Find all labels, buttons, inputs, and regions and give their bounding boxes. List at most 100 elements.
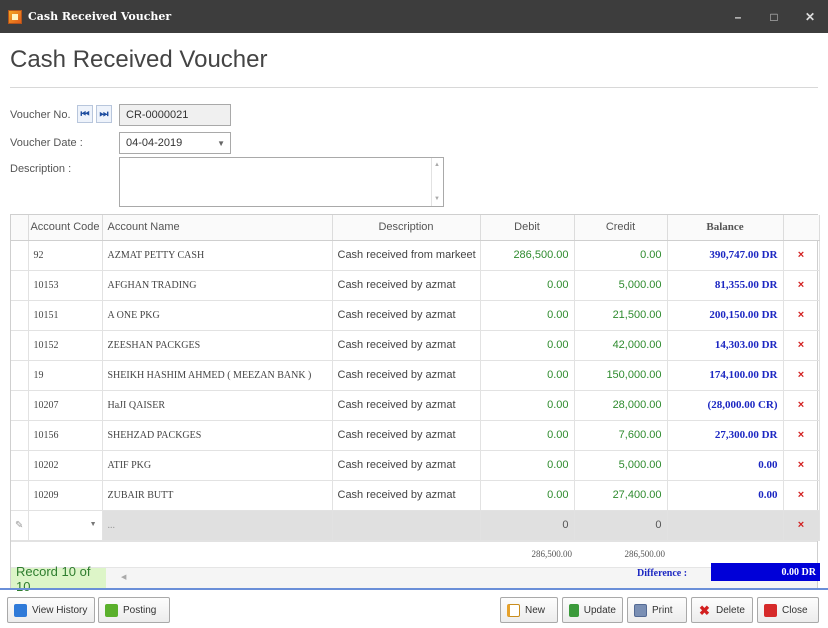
- window-controls: – □ ✕: [720, 0, 828, 33]
- balance-cell: 200,150.00 DR: [667, 300, 784, 331]
- close-window-button[interactable]: ✕: [792, 0, 828, 33]
- voucher-date-picker[interactable]: 04-04-2019 ▼: [119, 132, 231, 154]
- account-code-cell[interactable]: 10156: [28, 420, 103, 451]
- delete-row-icon[interactable]: ×: [783, 390, 820, 421]
- account-name-cell[interactable]: AFGHAN TRADING: [102, 270, 333, 301]
- new-button[interactable]: New: [500, 597, 558, 623]
- debit-cell[interactable]: 0.00: [480, 360, 575, 391]
- description-field[interactable]: ▲ ▼: [119, 157, 444, 207]
- table-row[interactable]: 10207 HaJI QAISER Cash received by azmat…: [11, 390, 820, 421]
- close-button[interactable]: Close: [757, 597, 819, 623]
- table-row[interactable]: 10152 ZEESHAN PACKGES Cash received by a…: [11, 330, 820, 361]
- debit-cell[interactable]: 0.00: [480, 390, 575, 421]
- debit-cell[interactable]: 0.00: [480, 480, 575, 511]
- debit-cell[interactable]: 0.00: [480, 300, 575, 331]
- credit-cell[interactable]: 27,400.00: [574, 480, 668, 511]
- credit-cell[interactable]: 28,000.00: [574, 390, 668, 421]
- account-name-cell[interactable]: ...: [102, 510, 333, 541]
- col-debit[interactable]: Debit: [480, 215, 575, 241]
- delete-row-icon[interactable]: ×: [783, 330, 820, 361]
- table-row[interactable]: 10153 AFGHAN TRADING Cash received by az…: [11, 270, 820, 301]
- debit-cell[interactable]: 0.00: [480, 420, 575, 451]
- delete-row-icon[interactable]: ×: [783, 510, 820, 541]
- account-name-cell[interactable]: ZEESHAN PACKGES: [102, 330, 333, 361]
- account-code-cell[interactable]: 10152: [28, 330, 103, 361]
- account-code-combo[interactable]: ▼: [28, 510, 103, 541]
- voucher-no-field[interactable]: CR-0000021: [119, 104, 231, 126]
- print-icon: [634, 603, 647, 617]
- col-balance[interactable]: Balance: [667, 215, 784, 241]
- credit-cell[interactable]: 0.00: [574, 240, 668, 271]
- view-history-button[interactable]: View History: [7, 597, 95, 623]
- description-cell[interactable]: Cash received by azmat: [332, 270, 481, 301]
- description-cell[interactable]: Cash received by azmat: [332, 420, 481, 451]
- description-cell[interactable]: Cash received from markeet: [332, 240, 481, 271]
- credit-cell[interactable]: 7,600.00: [574, 420, 668, 451]
- debit-cell[interactable]: 0.00: [480, 450, 575, 481]
- delete-row-icon[interactable]: ×: [783, 480, 820, 511]
- delete-button[interactable]: ✖ Delete: [691, 597, 753, 623]
- minimize-button[interactable]: –: [720, 0, 756, 33]
- col-credit[interactable]: Credit: [574, 215, 668, 241]
- account-code-cell[interactable]: 10209: [28, 480, 103, 511]
- account-name-cell[interactable]: A ONE PKG: [102, 300, 333, 331]
- posting-button[interactable]: Posting: [98, 597, 170, 623]
- account-name-cell[interactable]: SHEIKH HASHIM AHMED ( MEEZAN BANK ): [102, 360, 333, 391]
- table-row[interactable]: 10202 ATIF PKG Cash received by azmat 0.…: [11, 450, 820, 481]
- description-cell[interactable]: Cash received by azmat: [332, 300, 481, 331]
- debit-cell[interactable]: 0: [480, 510, 575, 541]
- table-row[interactable]: 10151 A ONE PKG Cash received by azmat 0…: [11, 300, 820, 331]
- debit-cell[interactable]: 286,500.00: [480, 240, 575, 271]
- table-row[interactable]: 10209 ZUBAIR BUTT Cash received by azmat…: [11, 480, 820, 511]
- credit-cell[interactable]: 0: [574, 510, 668, 541]
- table-row[interactable]: 19 SHEIKH HASHIM AHMED ( MEEZAN BANK ) C…: [11, 360, 820, 391]
- account-code-cell[interactable]: 10151: [28, 300, 103, 331]
- update-button[interactable]: Update: [562, 597, 623, 623]
- delete-row-icon[interactable]: ×: [783, 360, 820, 391]
- scroll-up-icon[interactable]: ▲: [434, 162, 440, 168]
- col-account-name[interactable]: Account Name: [102, 215, 333, 241]
- description-cell[interactable]: Cash received by azmat: [332, 480, 481, 511]
- account-name-cell[interactable]: HaJI QAISER: [102, 390, 333, 421]
- description-cell[interactable]: Cash received by azmat: [332, 450, 481, 481]
- chevron-down-icon[interactable]: ▼: [90, 521, 97, 528]
- account-code-cell[interactable]: 92: [28, 240, 103, 271]
- first-voucher-button[interactable]: ⏮: [77, 105, 93, 123]
- debit-cell[interactable]: 0.00: [480, 270, 575, 301]
- account-name-cell[interactable]: SHEHZAD PACKGES: [102, 420, 333, 451]
- account-name-cell[interactable]: ZUBAIR BUTT: [102, 480, 333, 511]
- credit-cell[interactable]: 42,000.00: [574, 330, 668, 361]
- table-row[interactable]: 10156 SHEHZAD PACKGES Cash received by a…: [11, 420, 820, 451]
- account-name-cell[interactable]: ATIF PKG: [102, 450, 333, 481]
- description-scrollbar[interactable]: ▲ ▼: [431, 158, 443, 206]
- account-code-cell[interactable]: 19: [28, 360, 103, 391]
- print-button[interactable]: Print: [627, 597, 687, 623]
- account-code-cell[interactable]: 10153: [28, 270, 103, 301]
- delete-row-icon[interactable]: ×: [783, 300, 820, 331]
- delete-row-icon[interactable]: ×: [783, 270, 820, 301]
- delete-row-icon[interactable]: ×: [783, 240, 820, 271]
- credit-cell[interactable]: 150,000.00: [574, 360, 668, 391]
- credit-cell[interactable]: 5,000.00: [574, 450, 668, 481]
- new-entry-row[interactable]: ✎ ▼ ... 0 0 ×: [11, 510, 820, 541]
- credit-cell[interactable]: 5,000.00: [574, 270, 668, 301]
- col-description[interactable]: Description: [332, 215, 481, 241]
- description-cell[interactable]: Cash received by azmat: [332, 360, 481, 391]
- chevron-down-icon[interactable]: ▼: [217, 139, 225, 148]
- account-name-cell[interactable]: AZMAT PETTY CASH: [102, 240, 333, 271]
- debit-cell[interactable]: 0.00: [480, 330, 575, 361]
- delete-row-icon[interactable]: ×: [783, 420, 820, 451]
- description-cell[interactable]: [332, 510, 481, 541]
- scroll-left-icon[interactable]: ◀: [121, 573, 126, 581]
- account-code-cell[interactable]: 10207: [28, 390, 103, 421]
- table-row[interactable]: 92 AZMAT PETTY CASH Cash received from m…: [11, 240, 820, 271]
- credit-cell[interactable]: 21,500.00: [574, 300, 668, 331]
- delete-row-icon[interactable]: ×: [783, 450, 820, 481]
- scroll-down-icon[interactable]: ▼: [434, 196, 440, 202]
- last-voucher-button[interactable]: ⏭: [96, 105, 112, 123]
- col-account-code[interactable]: Account Code: [28, 215, 103, 241]
- account-code-cell[interactable]: 10202: [28, 450, 103, 481]
- maximize-button[interactable]: □: [756, 0, 792, 33]
- description-cell[interactable]: Cash received by azmat: [332, 330, 481, 361]
- description-cell[interactable]: Cash received by azmat: [332, 390, 481, 421]
